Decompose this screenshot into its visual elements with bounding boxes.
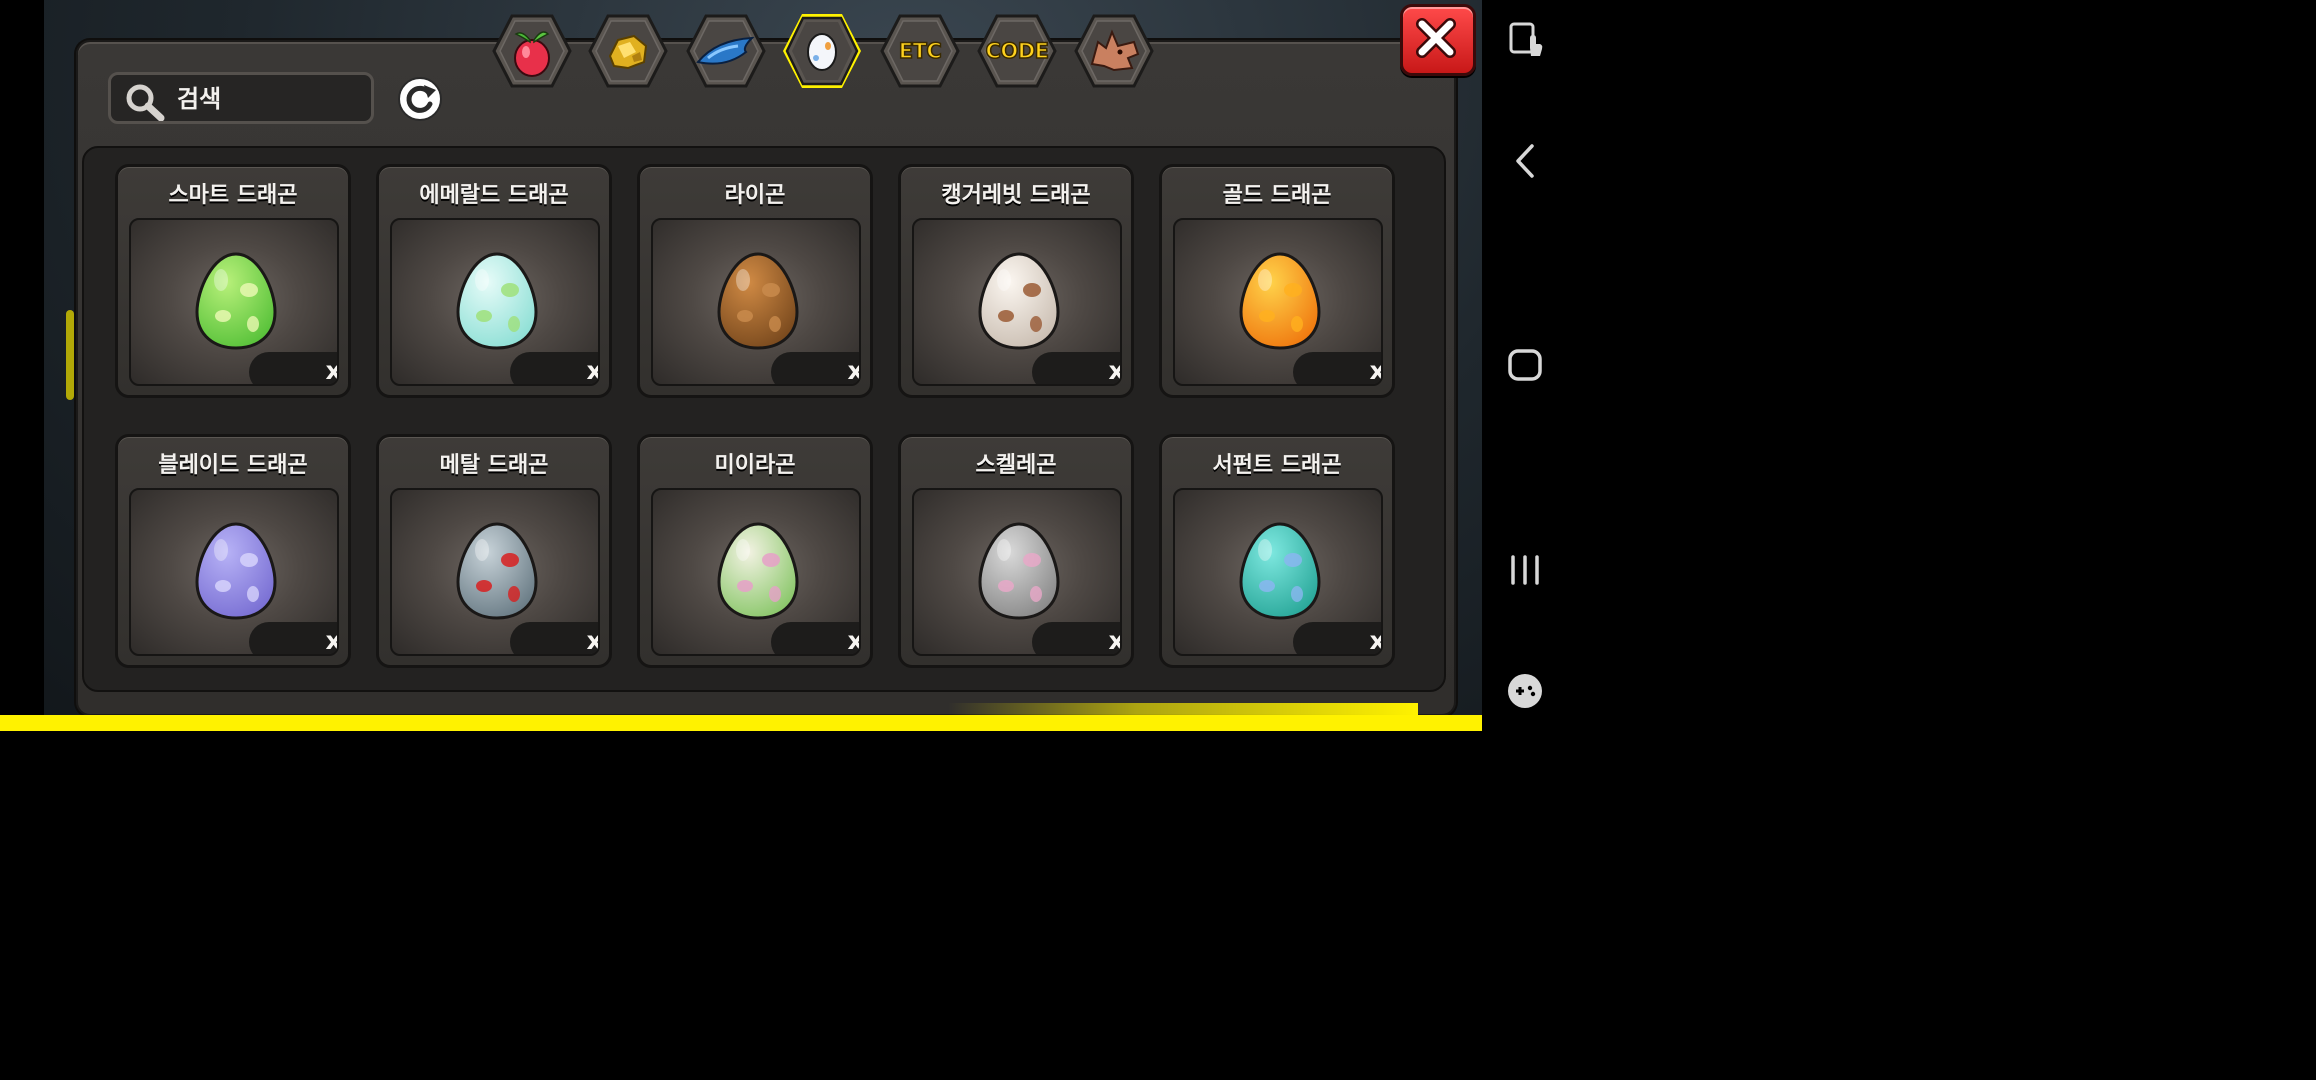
- item-card[interactable]: 미이라곤 x1: [637, 434, 873, 668]
- egg-icon: [195, 522, 277, 620]
- item-name: 캥거레빗 드래곤: [941, 183, 1091, 208]
- screenshot-icon: [1509, 22, 1543, 56]
- item-quantity: x3: [586, 626, 598, 654]
- home-button[interactable]: [1500, 340, 1550, 390]
- item-slot: x1: [651, 218, 861, 386]
- item-slot: x1: [390, 218, 600, 386]
- quantity-badge: x1: [1293, 622, 1381, 654]
- item-name: 스켈레곤: [975, 453, 1057, 478]
- quantity-badge: x1: [771, 622, 859, 654]
- fruit-icon: [492, 14, 572, 88]
- background-glow: [66, 310, 74, 400]
- item-name: 에메랄드 드래곤: [419, 183, 569, 208]
- quantity-badge: x1: [1032, 622, 1120, 654]
- item-card[interactable]: 에메랄드 드래곤 x1: [376, 164, 612, 398]
- item-name: 미이라곤: [714, 453, 796, 478]
- tab-dragon[interactable]: [1074, 12, 1154, 90]
- search-input[interactable]: [177, 83, 357, 115]
- egg-icon: [717, 252, 799, 350]
- egg-icon: [978, 522, 1060, 620]
- search-icon: [126, 84, 165, 121]
- overlay-strip: [0, 715, 1568, 731]
- game-tools-icon: [1508, 674, 1542, 708]
- item-quantity: x1: [1369, 626, 1381, 654]
- item-slot: x3: [390, 488, 600, 656]
- recents-button[interactable]: [1500, 545, 1550, 595]
- tab-etc-label: ETC: [898, 38, 943, 64]
- egg-icon: [456, 252, 538, 350]
- close-button[interactable]: [1400, 4, 1476, 76]
- home-icon: [1508, 349, 1542, 381]
- refresh-button[interactable]: [396, 76, 444, 122]
- tab-code[interactable]: CODE: [977, 12, 1057, 90]
- search-box[interactable]: [108, 72, 374, 124]
- egg-icon: [783, 14, 861, 88]
- item-quantity: x1: [586, 356, 598, 384]
- quantity-badge: x1: [1293, 352, 1381, 384]
- item-quantity: x1: [325, 356, 337, 384]
- tab-egg[interactable]: [782, 12, 862, 90]
- item-quantity: x1: [847, 356, 859, 384]
- item-card[interactable]: 스켈레곤 x1: [898, 434, 1134, 668]
- egg-icon: [717, 522, 799, 620]
- egg-icon: [1239, 522, 1321, 620]
- item-name: 골드 드래곤: [1222, 183, 1332, 208]
- game-tools-button[interactable]: [1500, 667, 1550, 717]
- quantity-badge: x1: [510, 352, 598, 384]
- item-name: 메탈 드래곤: [439, 453, 549, 478]
- item-slot: x1: [651, 488, 861, 656]
- dragon-head-icon: [1074, 14, 1154, 88]
- item-card[interactable]: 서펀트 드래곤 x1: [1159, 434, 1395, 668]
- quantity-badge: x1: [249, 352, 337, 384]
- back-icon: [1516, 144, 1534, 178]
- egg-icon: [456, 522, 538, 620]
- screenshot-button[interactable]: [1500, 16, 1550, 66]
- tab-scale[interactable]: [686, 12, 766, 90]
- blue-scale-icon: [686, 14, 766, 88]
- item-quantity: x1: [1369, 356, 1381, 384]
- item-slot: x1: [129, 488, 339, 656]
- item-quantity: x1: [847, 626, 859, 654]
- item-card[interactable]: 골드 드래곤 x1: [1159, 164, 1395, 398]
- quantity-badge: x1: [1032, 352, 1120, 384]
- item-quantity: x1: [325, 626, 337, 654]
- refresh-icon: [398, 77, 442, 121]
- quantity-badge: x1: [249, 622, 337, 654]
- item-slot: x1: [912, 488, 1122, 656]
- egg-icon: [195, 252, 277, 350]
- game-screen: ETC CODE 검색 스마트 드래곤 에메랄드 드래곤 라이곤 캥거레빗 드래…: [0, 0, 1568, 731]
- item-slot: x1: [1173, 488, 1383, 656]
- item-card[interactable]: 메탈 드래곤 x3: [376, 434, 612, 668]
- quantity-badge: x1: [771, 352, 859, 384]
- item-name: 블레이드 드래곤: [158, 453, 308, 478]
- item-name: 라이곤: [724, 183, 786, 208]
- item-slot: x1: [1173, 218, 1383, 386]
- gold-ore-icon: [588, 14, 668, 88]
- item-card[interactable]: 라이곤 x1: [637, 164, 873, 398]
- item-slot: x1: [912, 218, 1122, 386]
- quantity-badge: x3: [510, 622, 598, 654]
- tab-fruit[interactable]: [492, 12, 572, 90]
- tab-code-label: CODE: [985, 38, 1050, 64]
- egg-icon: [1239, 252, 1321, 350]
- item-quantity: x1: [1108, 626, 1120, 654]
- item-card[interactable]: 블레이드 드래곤 x1: [115, 434, 351, 668]
- item-card[interactable]: 캥거레빗 드래곤 x1: [898, 164, 1134, 398]
- item-name: 스마트 드래곤: [168, 183, 298, 208]
- back-button[interactable]: [1500, 136, 1550, 186]
- close-icon: [1416, 18, 1456, 58]
- item-card[interactable]: 스마트 드래곤 x1: [115, 164, 351, 398]
- recents-icon: [1511, 555, 1539, 585]
- item-slot: x1: [129, 218, 339, 386]
- tab-ore[interactable]: [588, 12, 668, 90]
- egg-icon: [978, 252, 1060, 350]
- item-quantity: x1: [1108, 356, 1120, 384]
- tab-etc[interactable]: ETC: [880, 12, 960, 90]
- item-name: 서펀트 드래곤: [1212, 453, 1342, 478]
